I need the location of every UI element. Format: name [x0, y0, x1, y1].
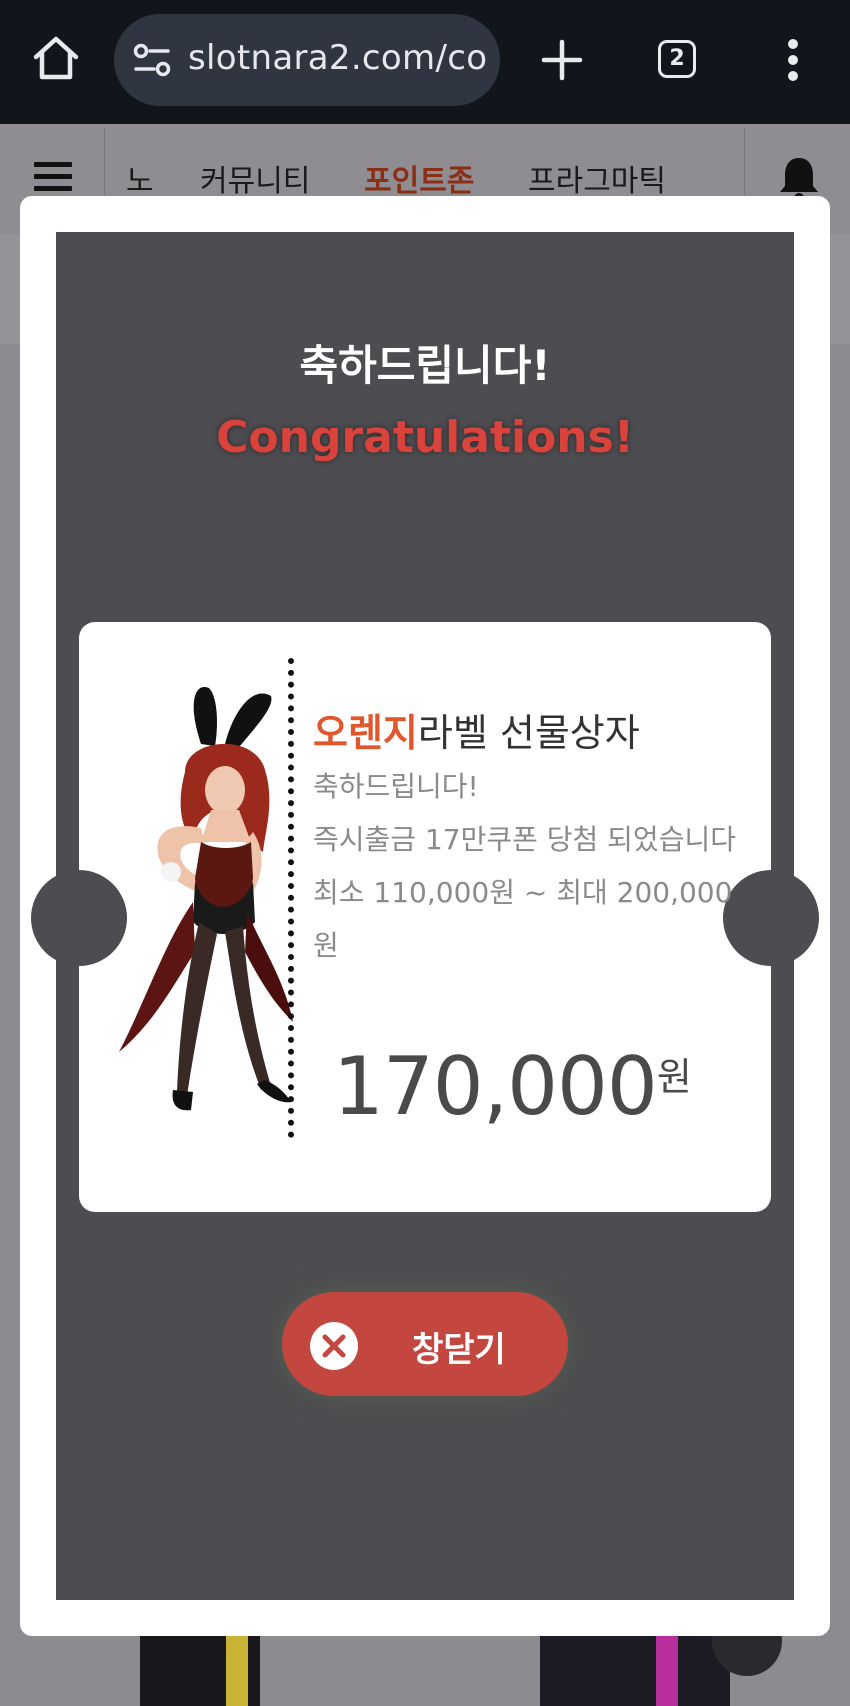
page-background-bottom: [0, 1606, 850, 1706]
address-bar[interactable]: slotnara2.com/co: [114, 14, 500, 106]
nav-item-point-zone[interactable]: 포인트존: [364, 156, 474, 200]
close-button-label: 창닫기: [412, 1330, 506, 1370]
coupon-line: 즉시출금 17만쿠폰 당첨 되었습니다: [313, 823, 736, 856]
congrats-heading-english: Congratulations!: [216, 412, 634, 463]
prize-amount: 170,000원: [333, 1040, 692, 1133]
more-menu-icon[interactable]: [786, 38, 800, 82]
prize-amount-unit: 원: [656, 1055, 692, 1099]
url-text: slotnara2.com/co: [188, 38, 488, 78]
prize-modal: 축하드립니다! Congratulations! 오렌지라벨 선물상자 축하드립…: [20, 196, 830, 1636]
coupon-title-rest: 라벨 선물상자: [417, 711, 640, 755]
nav-item-pragmatic[interactable]: 프라그마틱: [528, 156, 666, 200]
nav-item-community[interactable]: 커뮤니티: [200, 156, 310, 200]
ticket-notch: [31, 870, 127, 966]
hamburger-menu-icon[interactable]: [34, 162, 72, 192]
close-window-button[interactable]: 창닫기: [282, 1292, 568, 1396]
bunny-girl-illustration: [119, 686, 293, 1111]
coupon-line: 축하드립니다!: [313, 770, 479, 803]
coupon-title-accent: 오렌지: [313, 711, 418, 755]
home-icon[interactable]: [30, 33, 82, 85]
coupon-description: 축하드립니다! 즉시출금 17만쿠폰 당첨 되었습니다 최소 110,000원 …: [313, 760, 749, 972]
new-tab-plus-icon[interactable]: [540, 38, 584, 82]
nav-item-partial[interactable]: 노: [126, 156, 154, 200]
prize-amount-value: 170,000: [333, 1040, 658, 1133]
ticket-perforation: [288, 658, 294, 1138]
coupon-title: 오렌지라벨 선물상자: [313, 702, 640, 757]
close-circle-icon: [310, 1322, 358, 1370]
tab-switcher-button[interactable]: 2: [658, 40, 696, 78]
modal-panel: 축하드립니다! Congratulations! 오렌지라벨 선물상자 축하드립…: [31, 232, 819, 1600]
browser-toolbar: slotnara2.com/co 2: [0, 0, 850, 124]
congrats-heading-korean: 축하드립니다!: [299, 341, 551, 390]
coupon-line: 최소 110,000원 ~ 최대 200,000원: [313, 876, 733, 962]
coupon-ticket: 오렌지라벨 선물상자 축하드립니다! 즉시출금 17만쿠폰 당첨 되었습니다 최…: [31, 622, 819, 1212]
site-settings-icon[interactable]: [132, 42, 172, 78]
